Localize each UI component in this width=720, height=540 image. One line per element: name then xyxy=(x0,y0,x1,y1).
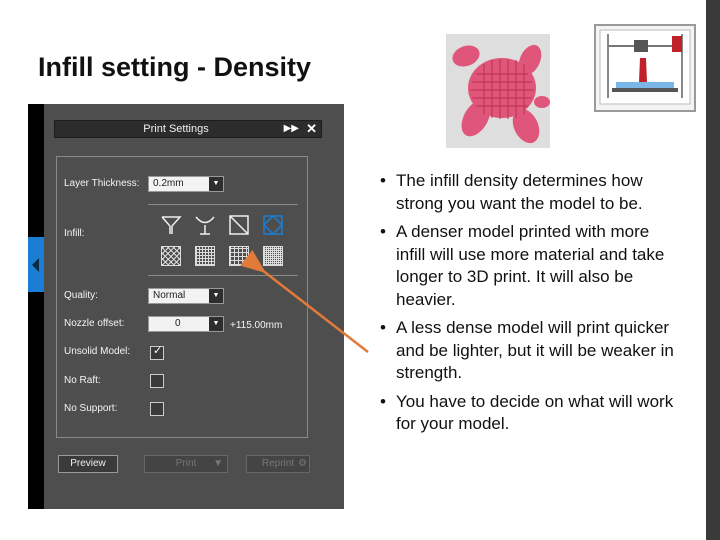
infill-density-option-4[interactable] xyxy=(263,246,283,266)
bullet-item: • A less dense model will print quicker a… xyxy=(380,318,674,382)
no-raft-label: No Raft: xyxy=(64,375,101,386)
preview-button[interactable]: Preview xyxy=(58,455,118,473)
panel-title: Print Settings xyxy=(143,123,209,135)
close-icon[interactable]: ✕ xyxy=(306,121,317,137)
infill-label: Infill: xyxy=(64,228,85,239)
reprint-button[interactable]: Reprint ⚙ xyxy=(246,455,310,473)
chevron-down-icon: ▼ xyxy=(209,289,223,303)
infill-density-option-2[interactable] xyxy=(195,246,215,266)
divider xyxy=(148,275,298,276)
nozzle-offset-value: 0 xyxy=(175,318,181,329)
layer-thickness-value: 0.2mm xyxy=(153,178,184,189)
slide-title: Infill setting - Density xyxy=(38,52,312,82)
infill-density-option-1[interactable] xyxy=(161,246,181,266)
no-support-label: No Support: xyxy=(64,403,118,414)
infill-shape-cross-icon[interactable] xyxy=(228,214,250,236)
bullet-list: • The infill density determines how stron… xyxy=(380,170,680,442)
slide-side-bar xyxy=(706,0,720,540)
no-support-checkbox[interactable] xyxy=(150,402,164,416)
bullet-item: • A denser model printed with more infill… xyxy=(380,222,665,309)
layer-thickness-dropdown[interactable]: 0.2mm ▼ xyxy=(148,176,224,192)
unsolid-model-checkbox[interactable]: ✓ xyxy=(150,345,164,360)
unsolid-model-label: Unsolid Model: xyxy=(64,346,131,357)
chevron-down-icon: ▼ xyxy=(213,458,223,469)
quality-dropdown[interactable]: Normal ▼ xyxy=(148,288,224,304)
infill-shape-goblet-icon[interactable] xyxy=(160,214,182,236)
panel-titlebar: Print Settings ▶▶ ✕ xyxy=(54,120,322,138)
print-button-label: Print xyxy=(175,458,197,469)
check-icon: ✓ xyxy=(153,345,163,357)
no-raft-checkbox[interactable] xyxy=(150,374,164,388)
nozzle-offset-readout: +115.00mm xyxy=(230,320,283,331)
print-button[interactable]: Print ▼ xyxy=(144,455,228,473)
nozzle-offset-dropdown[interactable]: 0 ▼ xyxy=(148,316,224,332)
reprint-button-label: Reprint xyxy=(261,458,295,469)
chevron-down-icon: ▼ xyxy=(209,177,223,191)
layer-thickness-label: Layer Thickness: xyxy=(64,178,140,189)
divider xyxy=(148,204,298,205)
bullet-item: • The infill density determines how stron… xyxy=(380,171,643,213)
bullet-item: • You have to decide on what will work fo… xyxy=(380,391,674,434)
quality-label: Quality: xyxy=(64,290,98,301)
chevron-left-icon xyxy=(32,258,39,272)
nozzle-offset-label: Nozzle offset: xyxy=(64,318,125,329)
infill-density-option-3[interactable] xyxy=(229,246,249,266)
quality-value: Normal xyxy=(153,290,186,301)
gear-icon: ⚙ xyxy=(298,458,307,469)
chevron-down-icon: ▼ xyxy=(209,317,223,331)
infill-shape-diamond-icon-selected[interactable] xyxy=(262,214,284,236)
turtle-print-photo xyxy=(446,34,550,148)
3d-printer-illustration xyxy=(594,24,696,112)
double-arrow-icon[interactable]: ▶▶ xyxy=(284,123,299,134)
infill-shape-y-icon[interactable] xyxy=(194,214,216,236)
